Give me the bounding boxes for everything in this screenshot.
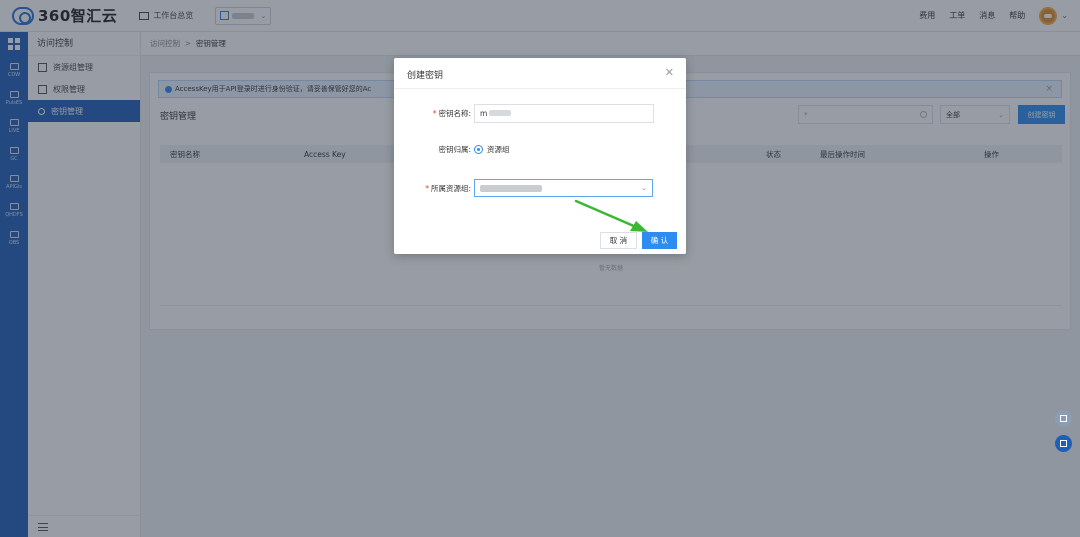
chevron-down-icon: ⌄ (641, 184, 647, 192)
owner-option-label: 资源组 (487, 144, 510, 154)
required-mark: * (432, 108, 437, 118)
key-name-value: m (480, 108, 488, 118)
key-owner-label: 密钥归属: (438, 144, 471, 154)
required-mark: * (425, 183, 429, 193)
annotation-arrow-icon (574, 199, 648, 232)
floating-app-button[interactable] (1055, 410, 1072, 427)
app-grid-icon (1060, 415, 1067, 422)
key-name-redacted (489, 110, 512, 116)
dialog-divider (394, 88, 686, 89)
owner-radio-resource-group[interactable]: 资源组 (474, 144, 510, 155)
dialog-title: 创建密钥 (407, 71, 444, 81)
radio-checked-icon[interactable] (474, 144, 483, 154)
key-name-row: * 密钥名称: m (394, 103, 686, 123)
floating-doc-button[interactable] (1055, 435, 1072, 452)
key-owner-row: 密钥归属: 资源组 (394, 139, 686, 159)
key-name-label-text: 密钥名称: (438, 108, 471, 118)
document-icon (1060, 440, 1067, 447)
resource-group-label-text: 所属资源组: (430, 183, 471, 193)
key-name-label: * 密钥名称: (394, 108, 474, 119)
close-icon[interactable]: ✕ (665, 66, 674, 79)
key-name-field[interactable]: m (474, 103, 654, 123)
resource-group-redacted (480, 184, 542, 192)
resource-group-label: * 所属资源组: (394, 183, 474, 194)
